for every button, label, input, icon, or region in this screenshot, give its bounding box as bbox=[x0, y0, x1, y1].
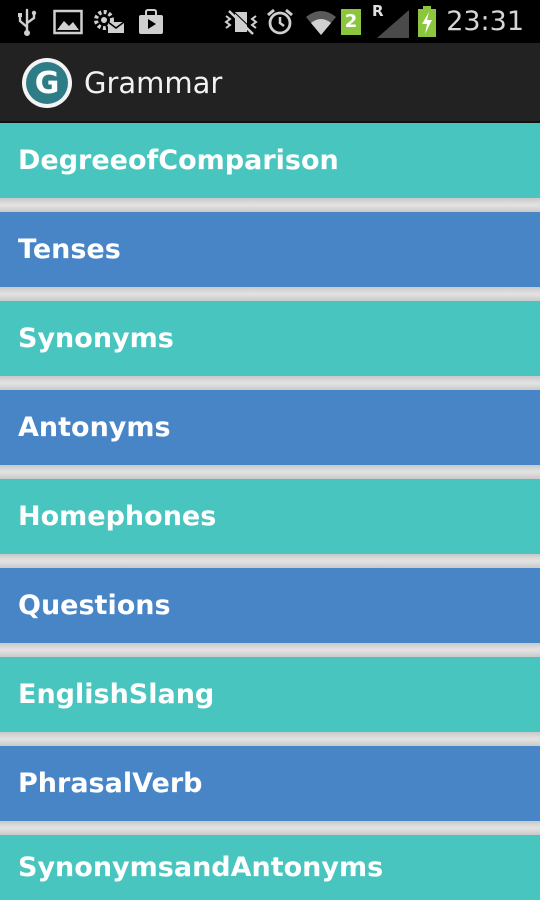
list-divider bbox=[0, 198, 540, 212]
action-bar: G Grammar bbox=[0, 43, 540, 123]
status-time: 23:31 bbox=[446, 6, 524, 37]
app-logo-icon[interactable]: G bbox=[22, 58, 72, 108]
list-divider bbox=[0, 554, 540, 568]
wifi-icon bbox=[303, 0, 339, 43]
usb-icon bbox=[14, 0, 40, 43]
list-item-synonyms[interactable]: Synonyms bbox=[0, 301, 540, 376]
vibrate-off-icon bbox=[222, 0, 260, 43]
media-icon bbox=[136, 0, 166, 43]
list-item-degree-of-comparison[interactable]: DegreeofComparison bbox=[0, 123, 540, 198]
image-icon bbox=[52, 0, 84, 43]
list-divider bbox=[0, 376, 540, 390]
status-bar: 2 R 23:31 bbox=[0, 0, 540, 43]
signal-icon: R bbox=[370, 0, 412, 43]
list-item-phrasal-verb[interactable]: PhrasalVerb bbox=[0, 746, 540, 821]
list-item-questions[interactable]: Questions bbox=[0, 568, 540, 643]
list-divider bbox=[0, 287, 540, 301]
app-title: Grammar bbox=[84, 66, 223, 100]
list-item-antonyms[interactable]: Antonyms bbox=[0, 390, 540, 465]
list-item-homephones[interactable]: Homephones bbox=[0, 479, 540, 554]
battery-charging-icon bbox=[416, 0, 438, 43]
roaming-label: R bbox=[372, 2, 384, 20]
list-item-english-slang[interactable]: EnglishSlang bbox=[0, 657, 540, 732]
sim-badge: 2 bbox=[340, 0, 362, 43]
settings-mail-icon bbox=[92, 0, 126, 43]
sim-badge-label: 2 bbox=[341, 8, 361, 35]
list-item-synonyms-and-antonyms[interactable]: SynonymsandAntonyms bbox=[0, 835, 540, 900]
list-divider bbox=[0, 821, 540, 835]
list-divider bbox=[0, 732, 540, 746]
alarm-icon bbox=[264, 0, 296, 43]
list-divider bbox=[0, 465, 540, 479]
list-item-tenses[interactable]: Tenses bbox=[0, 212, 540, 287]
list-divider bbox=[0, 643, 540, 657]
app-logo-letter: G bbox=[26, 62, 68, 104]
